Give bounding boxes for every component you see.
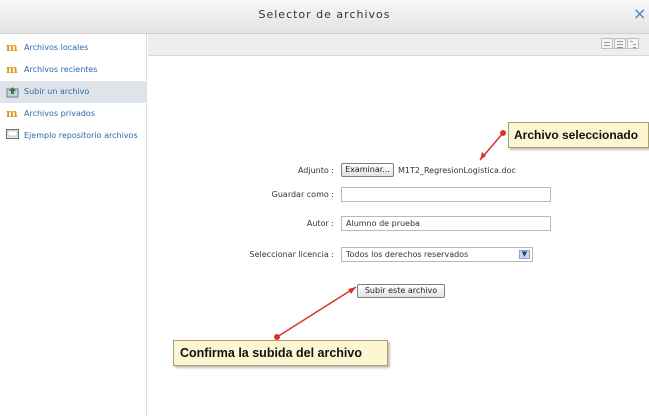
- callout-file-selected: Archivo seleccionado: [508, 122, 649, 148]
- arrow-confirm-upload: [276, 286, 357, 338]
- annotation-dot: [500, 130, 506, 136]
- callout-confirm-upload: Confirma la subida del archivo: [173, 340, 388, 366]
- arrowhead-confirm-upload: [348, 287, 356, 294]
